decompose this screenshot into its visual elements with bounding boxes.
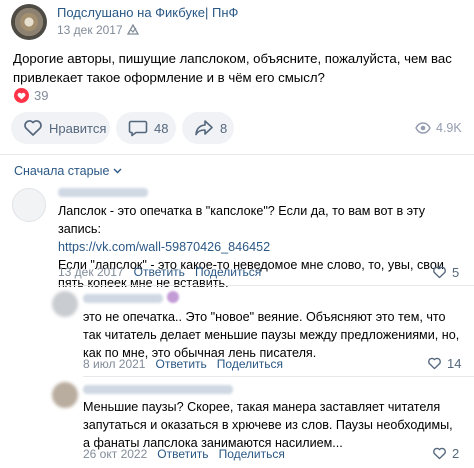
shares-count: 8 [220,120,228,136]
comments-sort-dropdown[interactable]: Сначала старые [14,164,122,178]
divider [83,376,474,377]
reply-button[interactable]: Ответить [157,447,208,461]
comment-date[interactable]: 8 июл 2021 [83,357,145,371]
comment-like-button[interactable]: 14 [427,356,461,371]
views-counter: 4.9K [415,121,462,135]
comment-like-button[interactable]: 2 [432,446,459,461]
share-comment-button[interactable]: Поделиться [217,357,283,371]
avatar[interactable] [12,188,46,222]
sort-label: Сначала старые [14,164,110,178]
share-comment-button[interactable]: Поделиться [219,447,285,461]
comments-count: 48 [154,120,169,136]
comment-footer: 13 дек 2017 Ответить Поделиться [58,265,261,279]
reactions-summary[interactable]: 39 [14,88,48,103]
comment-link[interactable]: https://vk.com/wall-59870426_846452 [58,238,458,256]
comment-text: это не опечатка.. Это "новое" веяние. Об… [83,310,460,360]
post-meta: 13 дек 2017 [57,23,139,37]
eye-icon [415,122,431,134]
comment-like-button[interactable]: 5 [432,265,459,280]
comment-likes: 2 [452,446,460,461]
heart-icon [427,357,442,370]
reactions-count: 39 [34,88,49,103]
heart-icon [432,447,447,460]
group-avatar[interactable] [11,4,47,40]
comment-footer: 26 окт 2022 Ответить Поделиться [83,447,285,461]
heart-outline-icon [23,119,43,137]
comment-author[interactable] [58,188,148,197]
like-label: Нравится [49,120,107,136]
comment-author[interactable] [83,294,163,303]
comment-date[interactable]: 26 окт 2022 [83,447,147,461]
comment-likes: 14 [447,356,462,371]
post-date[interactable]: 13 дек 2017 [57,23,123,37]
comment-date[interactable]: 13 дек 2017 [58,265,124,279]
chevron-down-icon [113,168,122,174]
comment-author[interactable] [83,385,233,394]
heart-icon [14,88,29,103]
avatar[interactable] [52,382,78,408]
comment-text: Меньшие паузы? Скорее, такая манера заст… [83,400,453,450]
comment-footer: 8 июл 2021 Ответить Поделиться [83,357,283,371]
comment-likes: 5 [452,265,460,280]
share-button[interactable]: 8 [182,112,234,144]
group-name-link[interactable]: Подслушано на Фикбуке| ПнФ [57,5,238,20]
verified-icon [126,24,139,36]
like-button[interactable]: Нравится [11,112,110,144]
avatar[interactable] [52,291,78,317]
share-icon [194,119,214,137]
divider [58,285,474,286]
share-comment-button[interactable]: Поделиться [195,265,261,279]
reply-button[interactable]: Ответить [134,265,185,279]
post-text: Дорогие авторы, пишущие лапслоком, объяс… [13,51,452,85]
status-emoji-icon [167,291,179,303]
comments-button[interactable]: 48 [116,112,176,144]
divider [0,154,474,155]
comment-text-line: Лапслок - это опечатка в "капслоке"? Есл… [58,204,426,236]
reply-button[interactable]: Ответить [155,357,206,371]
views-count: 4.9K [436,121,462,135]
heart-icon [432,266,447,279]
comment-icon [128,119,148,137]
